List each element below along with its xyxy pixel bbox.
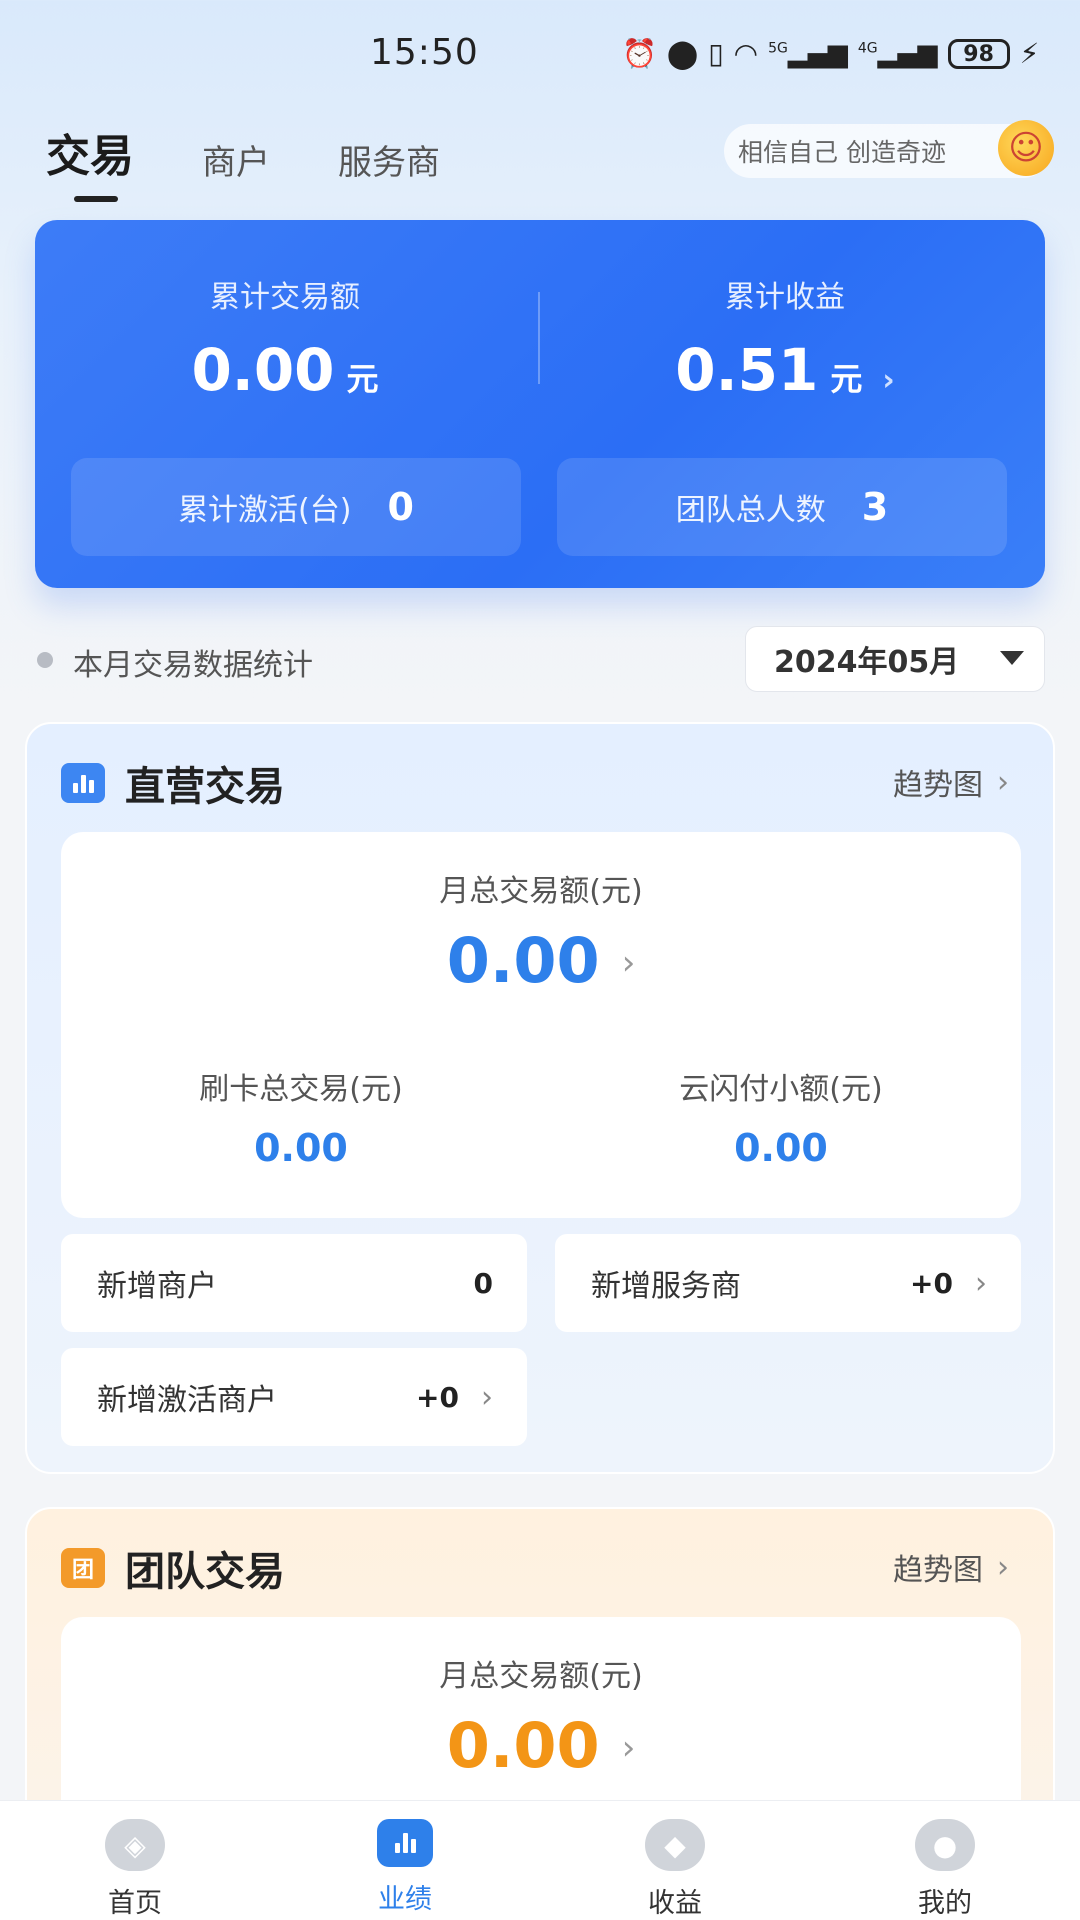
performance-icon <box>377 1819 433 1867</box>
new-provider-label: 新增服务商 <box>591 1269 741 1304</box>
card-total-value: 0.00 <box>254 1126 348 1170</box>
month-stats-row: 本月交易数据统计 2024年05月 <box>35 626 1045 692</box>
vibrate-icon: ▯ <box>708 37 724 70</box>
caret-down-icon <box>1000 651 1024 665</box>
motto-badge: 相信自己 创造奇迹 ☺ <box>724 120 1054 178</box>
team-size-box: 团队总人数 3 <box>557 458 1007 556</box>
month-selector[interactable]: 2024年05月 <box>745 626 1045 692</box>
new-merchant-label: 新增商户 <box>97 1269 217 1304</box>
direct-trade-header: 直营交易 <box>61 754 285 812</box>
total-trade-value: 0.00 <box>191 336 335 404</box>
total-trade-section: 累计交易额 0.00 元 <box>35 272 535 404</box>
smiley-emoji-icon: ☺ <box>998 120 1054 176</box>
team-trade-header: 团 团队交易 <box>61 1539 285 1597</box>
home-icon: ◈ <box>105 1819 165 1871</box>
chevron-right-icon: › <box>975 1265 987 1301</box>
nav-label-profile: 我的 <box>918 1888 972 1919</box>
chevron-right-icon: › <box>481 1379 493 1415</box>
summary-card: 累计交易额 0.00 元 累计收益 0.51 元 › 累计激活(台) 0 团队总人数 … <box>35 220 1045 588</box>
activated-devices-box: 累计激活(台) 0 <box>71 458 521 556</box>
new-provider-tile[interactable]: 新增服务商 +0 › <box>555 1234 1021 1332</box>
total-trade-unit: 元 <box>346 360 379 398</box>
total-income-value: 0.51 <box>675 336 819 404</box>
direct-month-total-amount[interactable]: 0.00 › <box>61 924 1021 997</box>
bar-chart-icon <box>61 763 105 803</box>
new-activated-value: +0 <box>416 1380 459 1414</box>
total-trade-label: 累计交易额 <box>210 280 360 315</box>
team-size-value: 3 <box>861 485 889 529</box>
new-provider-value: +0 <box>910 1266 953 1300</box>
signal-5g-icon: 5G▂▄▆ <box>768 39 848 69</box>
team-trade-title: 团队交易 <box>125 1549 285 1595</box>
status-bar: 15:50 ⏰ ⬤ ▯ ◠ 5G▂▄▆ 4G▂▄▆ 98 ⚡ <box>0 0 1080 100</box>
team-month-total-value: 0.00 <box>446 1709 600 1782</box>
nav-item-performance[interactable]: 业绩 <box>270 1801 540 1920</box>
new-activated-label: 新增激活商户 <box>97 1383 277 1418</box>
nav-item-income[interactable]: ◆ 收益 <box>540 1801 810 1920</box>
activated-label: 累计激活(台) <box>178 493 352 528</box>
month-stats-title: 本月交易数据统计 <box>73 648 313 683</box>
direct-month-total-label: 月总交易额(元) <box>439 874 643 909</box>
total-income-amount[interactable]: 0.51 元 › <box>535 336 1035 404</box>
team-month-total-amount[interactable]: 0.00 › <box>61 1709 1021 1782</box>
charging-icon: ⚡ <box>1019 37 1040 70</box>
team-month-total-label: 月总交易额(元) <box>439 1659 643 1694</box>
nav-label-income: 收益 <box>648 1888 702 1919</box>
cloud-pay-section: 云闪付小额(元) 0.00 <box>541 1064 1021 1170</box>
cloud-pay-label: 云闪付小额(元) <box>679 1072 883 1107</box>
selected-month: 2024年05月 <box>774 645 960 680</box>
new-merchant-tile: 新增商户 0 <box>61 1234 527 1332</box>
alarm-icon: ⏰ <box>622 37 657 70</box>
team-size-label: 团队总人数 <box>675 493 826 528</box>
chevron-right-icon[interactable]: › <box>622 943 636 983</box>
chevron-right-icon: › <box>997 1549 1009 1585</box>
activated-value: 0 <box>387 485 414 529</box>
team-trend-label: 趋势图 <box>893 1553 983 1588</box>
wifi-icon: ◠ <box>733 37 759 70</box>
chevron-right-icon[interactable]: › <box>882 363 894 398</box>
nav-item-home[interactable]: ◈ 首页 <box>0 1801 270 1920</box>
tab-trade[interactable]: 交易 <box>46 120 134 202</box>
bullet-dot-icon <box>37 652 53 668</box>
signal-4g-icon: 4G▂▄▆ <box>857 39 938 69</box>
new-merchant-value: 0 <box>473 1266 493 1300</box>
bottom-nav: ◈ 首页 业绩 ◆ 收益 ● 我的 <box>0 1800 1080 1920</box>
top-tabs: 交易 商户 服务商 <box>46 120 440 202</box>
direct-trade-title: 直营交易 <box>125 764 285 810</box>
chevron-right-icon[interactable]: › <box>622 1728 636 1768</box>
card-total-section: 刷卡总交易(元) 0.00 <box>61 1064 541 1170</box>
direct-month-card: 月总交易额(元) 0.00 › 刷卡总交易(元) 0.00 云闪付小额(元) 0.… <box>61 832 1021 1218</box>
location-icon: ⬤ <box>666 37 699 70</box>
nav-item-profile[interactable]: ● 我的 <box>810 1801 1080 1920</box>
card-total-label: 刷卡总交易(元) <box>199 1072 403 1107</box>
income-icon: ◆ <box>645 1819 705 1871</box>
tab-service-provider[interactable]: 服务商 <box>338 135 440 194</box>
direct-trend-link[interactable]: 趋势图 › <box>893 760 1009 804</box>
status-time: 15:50 <box>370 32 479 73</box>
total-trade-amount: 0.00 元 <box>35 336 535 404</box>
total-income-unit: 元 <box>830 360 863 398</box>
profile-icon: ● <box>915 1819 975 1871</box>
motto-text: 相信自己 创造奇迹 <box>738 138 946 167</box>
nav-label-performance: 业绩 <box>378 1884 432 1915</box>
new-activated-tile[interactable]: 新增激活商户 +0 › <box>61 1348 527 1446</box>
tab-merchant[interactable]: 商户 <box>202 135 270 194</box>
direct-trade-panel: 直营交易 趋势图 › 月总交易额(元) 0.00 › 刷卡总交易(元) 0.00 … <box>25 722 1055 1474</box>
chevron-right-icon: › <box>997 764 1009 800</box>
total-income-label: 累计收益 <box>725 280 845 315</box>
status-icons: ⏰ ⬤ ▯ ◠ 5G▂▄▆ 4G▂▄▆ 98 ⚡ <box>622 34 1039 74</box>
total-income-section[interactable]: 累计收益 0.51 元 › <box>535 272 1035 404</box>
cloud-pay-value: 0.00 <box>734 1126 828 1170</box>
nav-label-home: 首页 <box>108 1888 162 1919</box>
team-trend-link[interactable]: 趋势图 › <box>893 1545 1009 1589</box>
team-badge-icon: 团 <box>61 1548 105 1588</box>
direct-trend-label: 趋势图 <box>893 768 983 803</box>
battery-indicator: 98 <box>947 39 1010 69</box>
direct-month-total-value: 0.00 <box>446 924 600 997</box>
